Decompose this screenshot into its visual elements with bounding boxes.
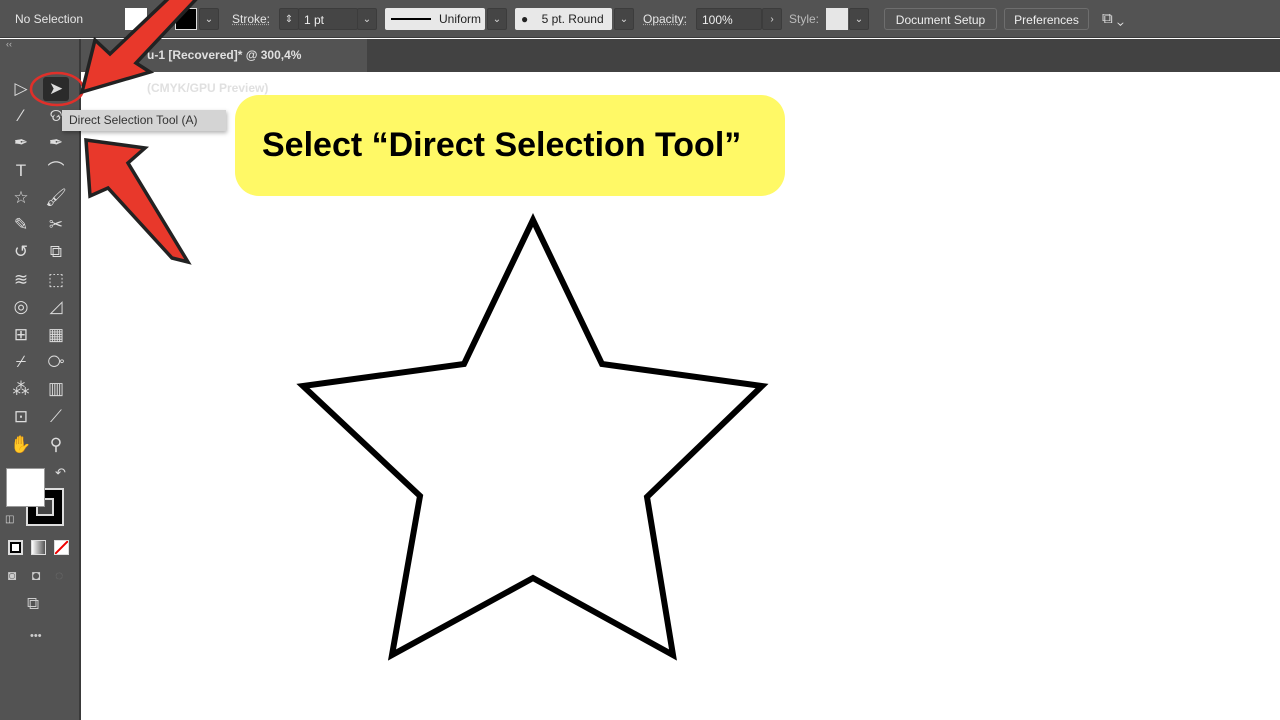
star-shape[interactable] <box>296 213 769 661</box>
highlight-circle <box>29 71 85 107</box>
overlay <box>29 0 769 661</box>
arrow-pointer-top <box>79 0 198 95</box>
arrow-pointer-bottom <box>84 137 192 265</box>
